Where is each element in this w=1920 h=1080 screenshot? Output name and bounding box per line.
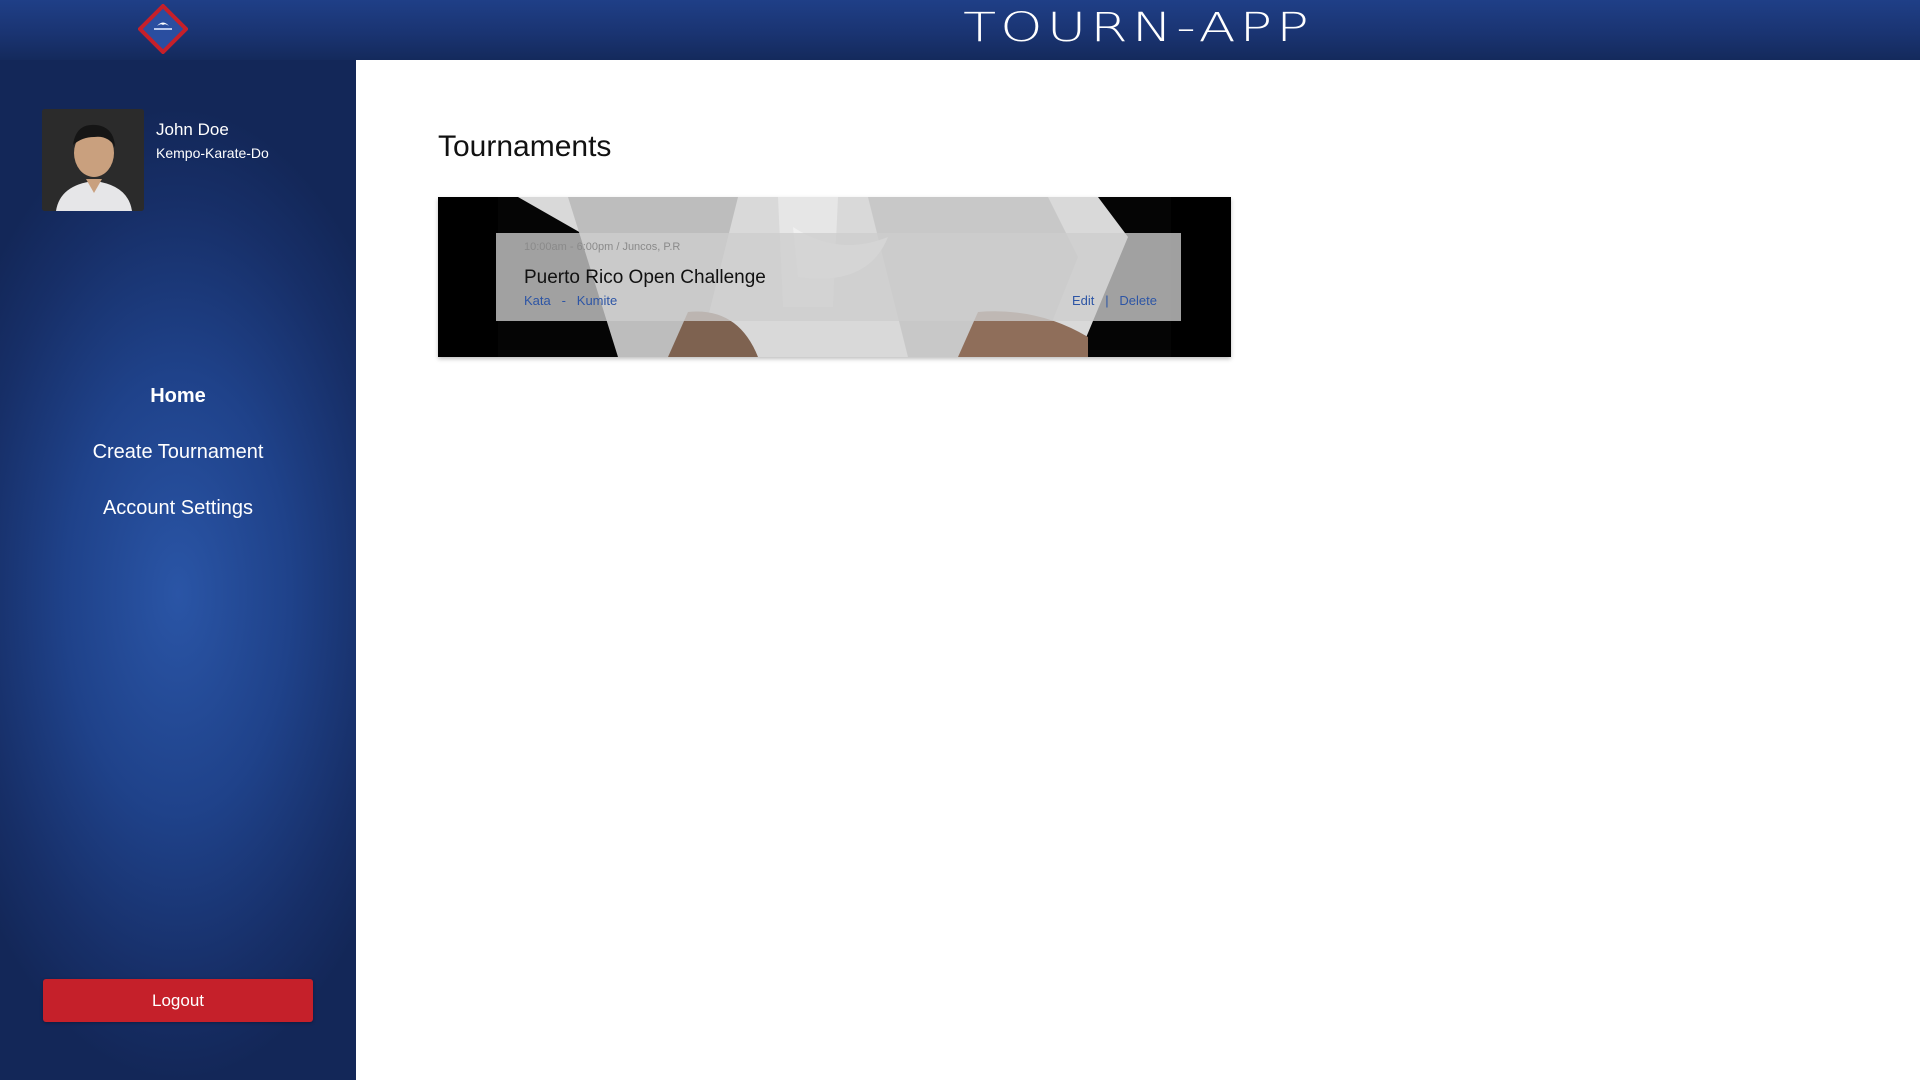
sidebar-item-account-settings[interactable]: Account Settings [0,490,356,546]
profile-club: Kempo-Karate-Do [156,145,269,161]
tournament-name[interactable]: Puerto Rico Open Challenge [524,267,766,289]
main-content: Tournaments 10:00am - 6:00pm / Juncos, P… [356,60,1920,1080]
action-separator: | [1105,293,1109,308]
tournament-actions: Edit | Delete [1072,293,1157,308]
avatar-photo-icon [42,109,144,211]
profile-name: John Doe [156,120,229,139]
sidebar-nav: Home Create Tournament Account Settings [0,378,356,546]
tournament-categories: Kata - Kumite [524,293,617,308]
category-separator: - [561,293,566,308]
tournament-meta: 10:00am - 6:00pm / Juncos, P.R [524,241,681,253]
top-header: TOURN-APP [0,0,1920,60]
logout-button[interactable]: Logout [43,979,313,1022]
sidebar-item-create-tournament[interactable]: Create Tournament [0,434,356,490]
edit-link[interactable]: Edit [1072,293,1094,308]
sidebar: John Doe Kempo-Karate-Do Home Create Tou… [0,0,356,1080]
sidebar-item-home[interactable]: Home [0,378,356,434]
avatar [42,109,144,211]
tournament-card[interactable]: 10:00am - 6:00pm / Juncos, P.R Puerto Ri… [438,197,1231,357]
tournament-info-panel: 10:00am - 6:00pm / Juncos, P.R Puerto Ri… [496,233,1181,321]
app-title: TOURN-APP [963,5,1313,51]
user-profile: John Doe Kempo-Karate-Do [42,109,269,211]
page-title: Tournaments [438,130,612,163]
delete-link[interactable]: Delete [1119,293,1157,308]
category-kata-link[interactable]: Kata [524,293,551,308]
category-kumite-link[interactable]: Kumite [577,293,617,308]
